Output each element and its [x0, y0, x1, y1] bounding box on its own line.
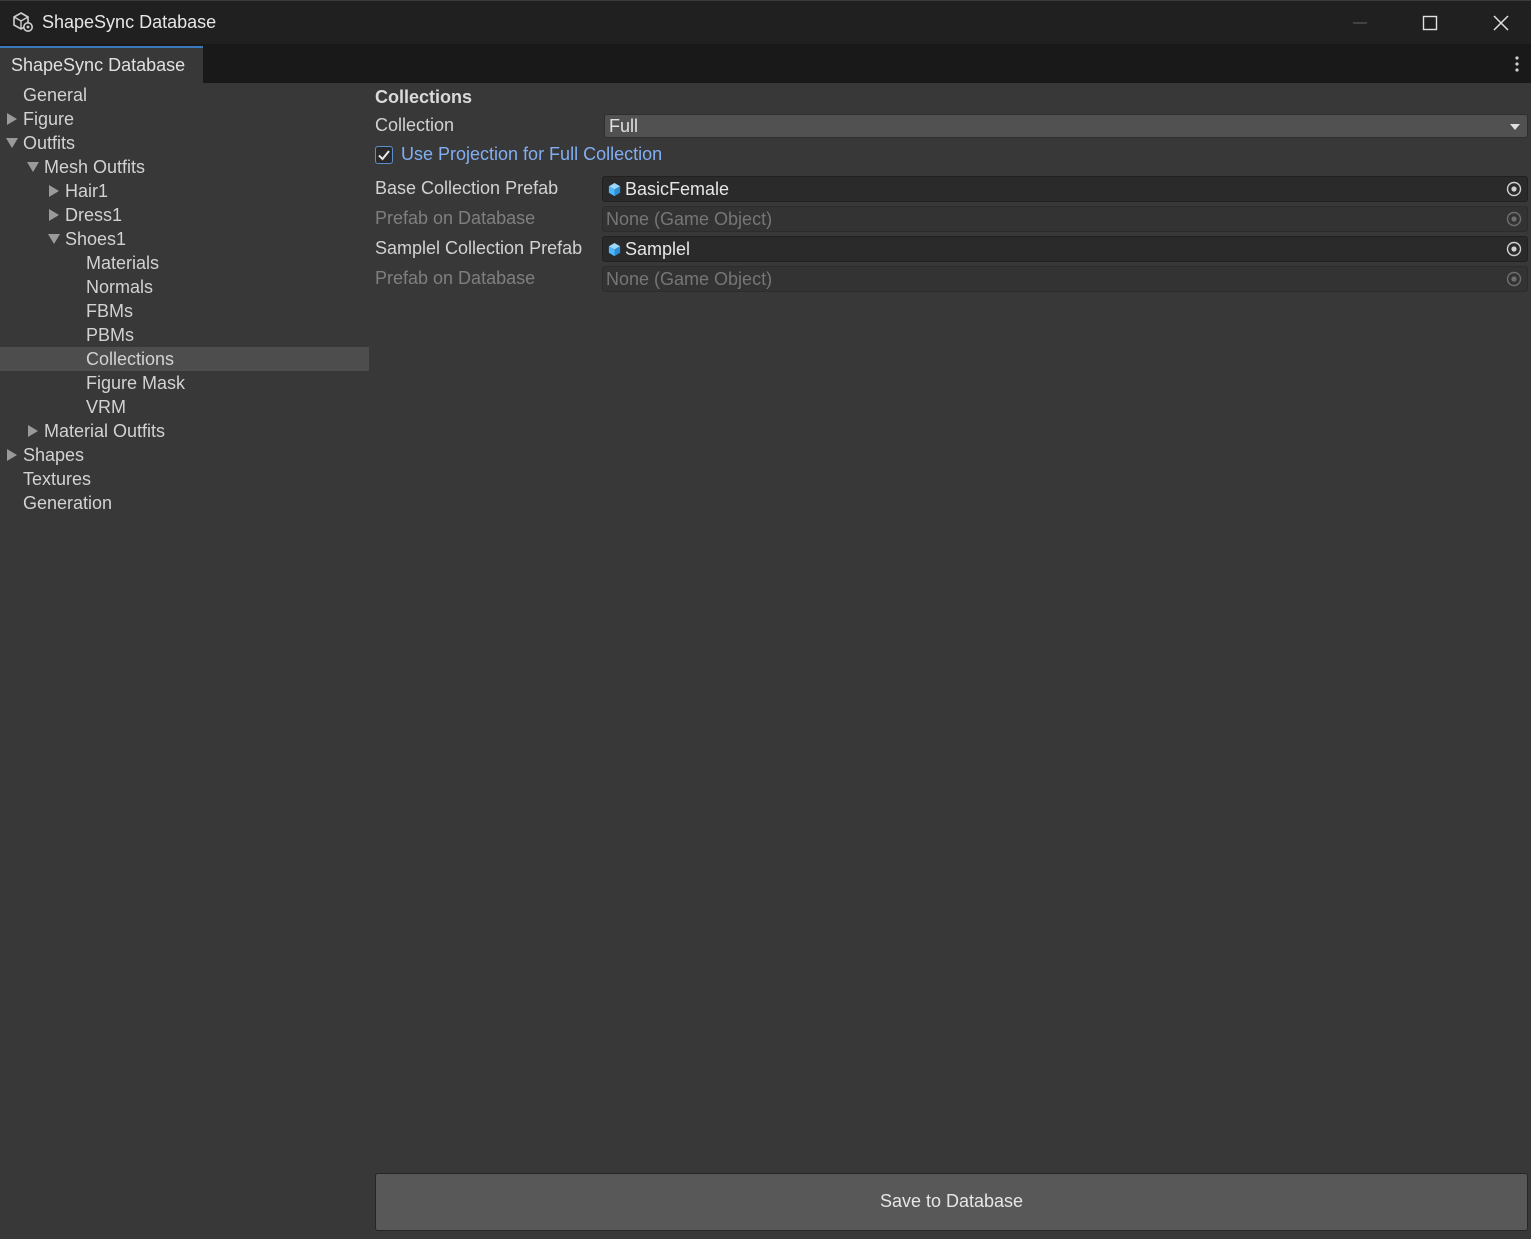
sidebar-item-general[interactable]: General [0, 83, 369, 107]
sidebar-item-label: Shapes [23, 445, 85, 465]
sidebar-item-label: Dress1 [65, 205, 123, 225]
prefab-cube-icon [608, 242, 621, 257]
sidebar-item-shapes[interactable]: Shapes [0, 443, 369, 467]
sidebar-item-pbms[interactable]: PBMs [0, 323, 369, 347]
sidebar-item-collections[interactable]: Collections [0, 347, 369, 371]
collection-dropdown-value: Full [609, 116, 639, 136]
base-db-field: None (Game Object) [602, 206, 1528, 232]
sidebar-item-label: Textures [23, 469, 92, 489]
kebab-menu-icon[interactable] [1509, 54, 1525, 74]
sidebar-item-vrm[interactable]: VRM [0, 395, 369, 419]
sidebar-item-dress1[interactable]: Dress1 [0, 203, 369, 227]
sidebar-item-label: Hair1 [65, 181, 109, 201]
sample-prefab-value: Samplel [625, 239, 691, 259]
editor-tab-bar: ShapeSync Database [0, 44, 1531, 83]
sidebar-item-normals[interactable]: Normals [0, 275, 369, 299]
sidebar-tree: General Figure Outfits Mesh Outfits Hair1 Dre… [0, 83, 369, 1239]
triangle-down-icon[interactable] [27, 161, 39, 173]
sidebar-item-label: Materials [86, 253, 160, 273]
sidebar-item-label: Mesh Outfits [44, 157, 146, 177]
sidebar-item-materials[interactable]: Materials [0, 251, 369, 275]
triangle-down-icon[interactable] [6, 137, 18, 149]
sample-prefab-label: Samplel Collection Prefab [375, 238, 583, 258]
prefab-cube-icon [608, 182, 621, 197]
maximize-button[interactable] [1395, 1, 1465, 44]
checkmark-icon [378, 150, 390, 161]
minimize-icon [1353, 22, 1367, 24]
sidebar-item-label: Figure Mask [86, 373, 186, 393]
minimize-button[interactable] [1325, 1, 1395, 44]
triangle-right-icon[interactable] [48, 209, 60, 221]
base-db-value: None (Game Object) [606, 209, 773, 229]
section-title: Collections [375, 87, 473, 107]
sample-db-field: None (Game Object) [602, 266, 1528, 292]
base-prefab-field[interactable]: BasicFemale [602, 176, 1528, 202]
object-picker-icon[interactable] [1506, 181, 1522, 197]
window-title: ShapeSync Database [42, 12, 217, 32]
sample-prefab-field[interactable]: Samplel [602, 236, 1528, 262]
sidebar-item-label: Generation [23, 493, 113, 513]
sidebar-item-figure-mask[interactable]: Figure Mask [0, 371, 369, 395]
triangle-right-icon[interactable] [6, 449, 18, 461]
sidebar-item-figure[interactable]: Figure [0, 107, 369, 131]
sidebar-item-mesh-outfits[interactable]: Mesh Outfits [0, 155, 369, 179]
sidebar-item-hair1[interactable]: Hair1 [0, 179, 369, 203]
object-picker-icon [1506, 271, 1522, 287]
sidebar-item-shoes1[interactable]: Shoes1 [0, 227, 369, 251]
sidebar-item-label: General [23, 85, 88, 105]
use-projection-checkbox[interactable] [375, 146, 393, 164]
sidebar-item-label: Collections [86, 349, 175, 369]
use-projection-label: Use Projection for Full Collection [401, 144, 663, 164]
sidebar-item-label: Normals [86, 277, 154, 297]
triangle-right-icon[interactable] [27, 425, 39, 437]
sidebar-item-label: FBMs [86, 301, 133, 321]
sidebar-item-outfits[interactable]: Outfits [0, 131, 369, 155]
base-prefab-value: BasicFemale [625, 179, 730, 199]
sidebar-item-fbms[interactable]: FBMs [0, 299, 369, 323]
sample-db-label: Prefab on Database [375, 268, 536, 288]
close-icon [1493, 15, 1509, 31]
tab-shapesync-database[interactable]: ShapeSync Database [0, 46, 203, 83]
unity-cube-cog-icon [13, 12, 33, 32]
sidebar-item-label: Outfits [23, 133, 76, 153]
maximize-icon [1422, 15, 1438, 31]
object-picker-icon [1506, 211, 1522, 227]
sidebar-item-label: VRM [86, 397, 126, 417]
collection-dropdown[interactable]: Full [604, 114, 1528, 138]
triangle-right-icon[interactable] [6, 113, 18, 125]
sidebar-item-label: Figure [23, 109, 75, 129]
sidebar-item-label: Shoes1 [65, 229, 127, 249]
sidebar-item-label: Material Outfits [44, 421, 166, 441]
sidebar-item-generation[interactable]: Generation [0, 491, 369, 515]
base-prefab-label: Base Collection Prefab [375, 178, 559, 198]
close-button[interactable] [1466, 1, 1531, 44]
base-db-label: Prefab on Database [375, 208, 536, 228]
window-title-bar: ShapeSync Database [0, 0, 1531, 44]
sidebar-item-material-outfits[interactable]: Material Outfits [0, 419, 369, 443]
triangle-right-icon[interactable] [48, 185, 60, 197]
triangle-down-icon[interactable] [48, 233, 60, 245]
sidebar-item-label: PBMs [86, 325, 135, 345]
sidebar-item-textures[interactable]: Textures [0, 467, 369, 491]
sample-db-value: None (Game Object) [606, 269, 773, 289]
chevron-down-icon [1510, 124, 1520, 130]
collections-panel: Collections Collection Full Use Projecti… [375, 83, 1531, 1239]
collection-label: Collection [375, 115, 455, 135]
object-picker-icon[interactable] [1506, 241, 1522, 257]
save-to-database-button[interactable]: Save to Database [375, 1173, 1528, 1231]
